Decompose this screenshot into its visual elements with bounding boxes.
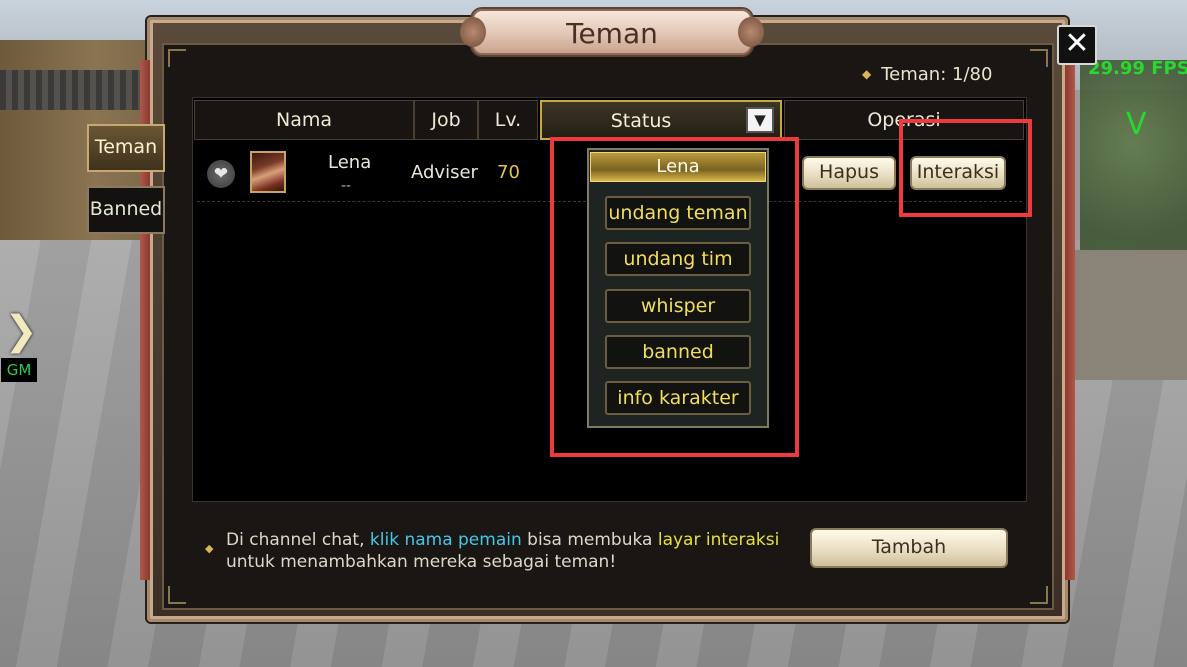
hint-highlight-click-name: klik nama pemain (369, 530, 522, 550)
friend-count-label: Teman: 1/80 (881, 64, 993, 85)
hint-text-part: Di channel chat, (226, 530, 370, 550)
close-button[interactable]: ✕ (1057, 25, 1097, 65)
tab-banned[interactable]: Banned (87, 186, 165, 234)
frame-trim-right (1065, 60, 1075, 580)
gm-label[interactable]: GM (1, 358, 37, 382)
hint-text: Di channel chat, klik nama pemain bisa m… (226, 529, 806, 573)
hint-line-1: Di channel chat, klik nama pemain bisa m… (226, 529, 806, 551)
corner-ornament (168, 49, 186, 67)
highlight-box-interact (899, 119, 1032, 217)
v-chevron-icon: V (1126, 107, 1147, 142)
gm-expand-arrow-icon[interactable]: ❯ (4, 308, 38, 354)
background-roof (0, 70, 150, 110)
friend-name[interactable]: Lena (328, 152, 371, 173)
hint-text-part: bisa membuka (521, 530, 658, 550)
hint-highlight-interaction-screen: layar interaksi (657, 530, 780, 550)
highlight-box-menu (550, 137, 799, 457)
title-plate: Teman (460, 9, 764, 55)
add-friend-button[interactable]: Tambah (810, 528, 1008, 568)
diamond-bullet-icon: ◆ (205, 542, 214, 555)
friend-level: 70 (497, 162, 520, 183)
delete-friend-button[interactable]: Hapus (802, 156, 896, 190)
diamond-bullet-icon: ◆ (862, 67, 872, 81)
column-header-job: Job (414, 100, 478, 140)
status-dropdown-toggle-icon[interactable]: ▼ (746, 107, 774, 133)
hint-line-2: untuk menambahkan mereka sebagai teman! (226, 552, 617, 572)
corner-ornament (1030, 49, 1048, 67)
dialog-title: Teman (566, 17, 658, 50)
friend-name-subtitle: -- (341, 178, 352, 194)
corner-ornament (168, 586, 186, 604)
tab-teman[interactable]: Teman (87, 124, 165, 172)
heart-icon: ❤ (207, 160, 235, 188)
background-wall (1060, 250, 1187, 380)
background-tree (1080, 60, 1187, 270)
avatar[interactable] (250, 151, 286, 193)
column-header-name: Nama (194, 100, 414, 140)
corner-ornament (1030, 586, 1048, 604)
friend-job: Adviser (411, 162, 478, 183)
friend-count: ◆ Teman: 1/80 (862, 64, 992, 85)
column-header-level: Lv. (478, 100, 538, 140)
fps-counter: 29.99 FPS (1088, 58, 1187, 79)
